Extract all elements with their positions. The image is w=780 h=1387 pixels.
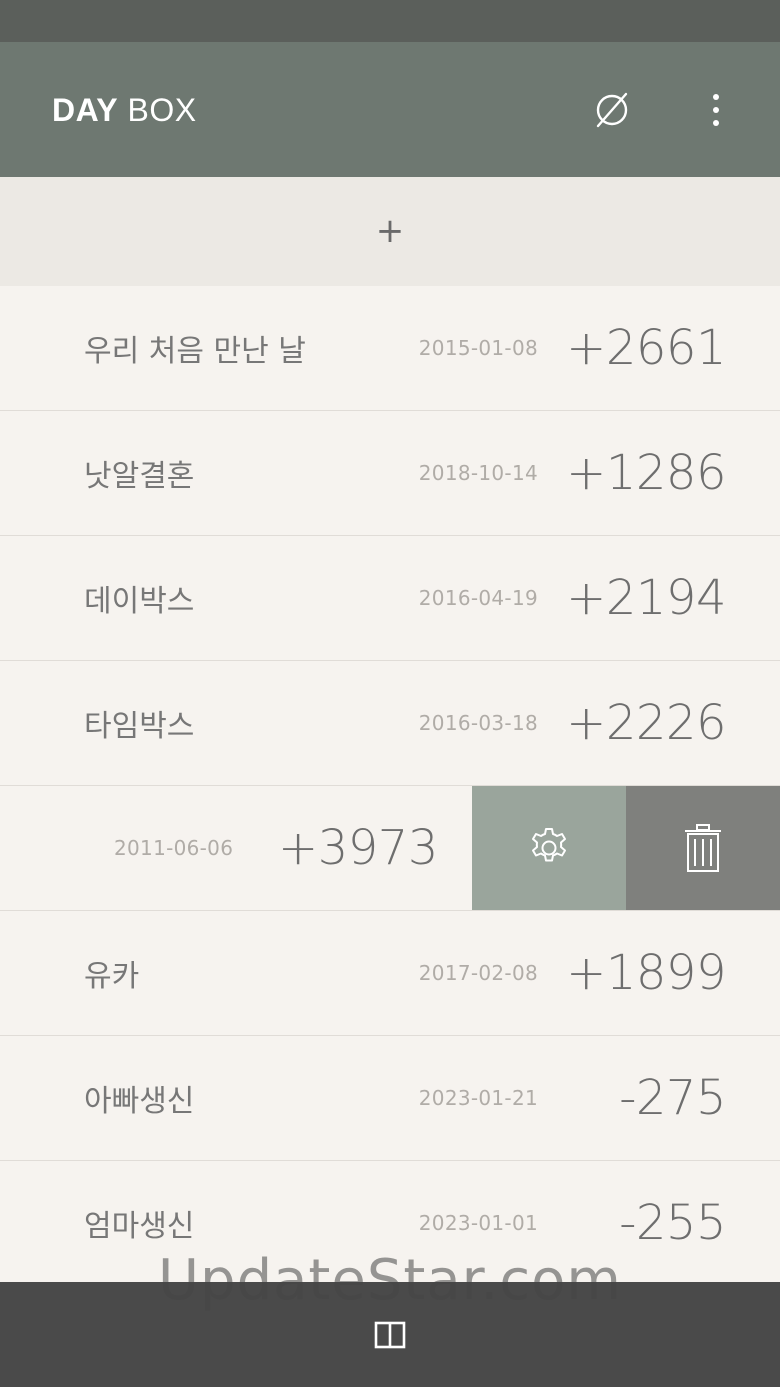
event-title: 유카 <box>84 959 140 994</box>
event-day-count: +2661 <box>566 320 726 376</box>
event-date: 2016-03-18 <box>418 711 538 735</box>
delete-event-button[interactable] <box>626 786 780 910</box>
event-date: 2023-01-21 <box>418 1086 538 1110</box>
list-item-swiped[interactable]: 2011-06-06 +3973 <box>0 786 780 911</box>
status-bar <box>0 0 780 42</box>
event-title: 낫알결혼 <box>84 459 195 494</box>
event-title: 우리 처음 만난 날 <box>84 334 306 369</box>
more-vert-icon <box>713 94 719 126</box>
trash-icon <box>685 824 721 872</box>
event-title: 데이박스 <box>84 584 195 619</box>
add-event-button[interactable]: + <box>0 177 780 286</box>
app-title: DAY BOX <box>52 90 197 130</box>
columns-icon <box>374 1321 406 1348</box>
event-title: 아빠생신 <box>84 1084 195 1119</box>
more-options-button[interactable] <box>686 80 746 140</box>
event-date: 2011-06-06 <box>114 836 234 860</box>
event-date: 2015-01-08 <box>418 336 538 360</box>
event-day-count: +2226 <box>566 695 726 751</box>
edit-event-button[interactable] <box>472 786 626 910</box>
event-date: 2018-10-14 <box>418 461 538 485</box>
event-day-count: +3973 <box>278 820 438 876</box>
list-item[interactable]: 타임박스 2016-03-18 +2226 <box>0 661 780 786</box>
list-item[interactable]: 데이박스 2016-04-19 +2194 <box>0 536 780 661</box>
app-title-part2: BOX <box>118 92 197 128</box>
list-item[interactable]: 우리 처음 만난 날 2015-01-08 +2661 <box>0 286 780 411</box>
plus-icon: + <box>375 210 405 251</box>
event-list: 우리 처음 만난 날 2015-01-08 +2661 낫알결혼 2018-10… <box>0 286 780 1286</box>
event-day-count: +1899 <box>566 945 726 1001</box>
list-item[interactable]: 아빠생신 2023-01-21 -275 <box>0 1036 780 1161</box>
list-item[interactable]: 낫알결혼 2018-10-14 +1286 <box>0 411 780 536</box>
gear-icon <box>532 828 566 862</box>
event-date: 2017-02-08 <box>418 961 538 985</box>
event-title: 타임박스 <box>84 709 195 744</box>
sort-button[interactable] <box>582 80 642 140</box>
app-bar: DAY BOX <box>0 42 780 177</box>
event-day-count: +2194 <box>566 570 726 626</box>
empty-set-icon <box>596 92 628 128</box>
event-date: 2016-04-19 <box>418 586 538 610</box>
event-day-count: -275 <box>619 1070 726 1126</box>
app-title-part1: DAY <box>52 92 119 128</box>
list-item[interactable]: 유카 2017-02-08 +1899 <box>0 911 780 1036</box>
event-day-count: +1286 <box>566 445 726 501</box>
watermark: UpdateStar.com <box>158 1248 622 1313</box>
